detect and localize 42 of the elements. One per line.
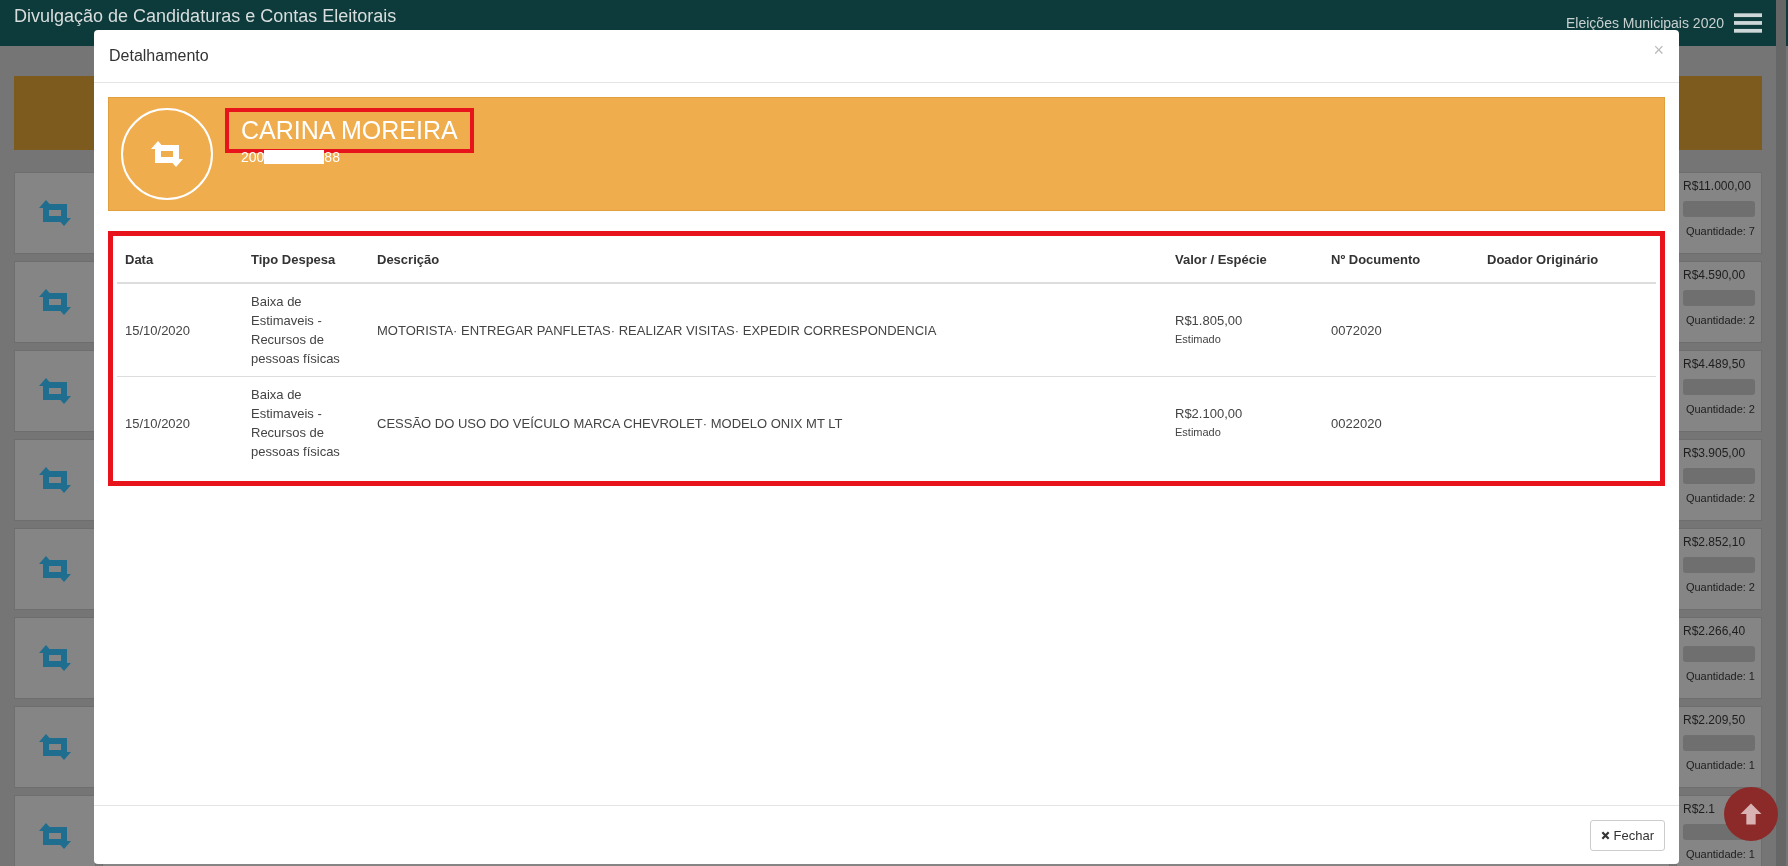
quantity-text: Quantidade: 7: [1685, 225, 1755, 237]
amount-text: R$2.209,50: [1683, 713, 1746, 727]
quantity-text: Quantidade: 1: [1685, 670, 1755, 682]
amount-text: R$2.266,40: [1683, 624, 1746, 638]
column-header: Data: [117, 236, 243, 283]
scroll-top-button[interactable]: [1724, 787, 1778, 841]
amount-text: R$2.1: [1683, 802, 1716, 816]
table-cell: CESSÃO DO USO DO VEÍCULO MARCA CHEVROLET· MODELO ONIX MT LT: [369, 376, 1167, 469]
column-header: Descrição: [369, 236, 1167, 283]
table-cell: Baixa de Estimaveis - Recursos de pessoas físicas: [243, 376, 369, 469]
column-header: Valor / Espécie: [1167, 236, 1323, 283]
table-cell: 15/10/2020: [117, 376, 243, 469]
quantity-text: Quantidade: 2: [1685, 492, 1755, 504]
quantity-text: Quantidade: 1: [1685, 848, 1755, 860]
table-cell: 0022020: [1323, 376, 1479, 469]
quantity-text: Quantidade: 2: [1685, 314, 1755, 326]
table-cell: 0072020: [1323, 283, 1479, 377]
species-text: Estimado: [1175, 332, 1222, 347]
election-label: Eleições Municipais 2020: [1566, 15, 1724, 31]
column-header: Nº Documento: [1323, 236, 1479, 283]
table-cell: 15/10/2020: [117, 283, 243, 377]
value-text: R$2.100,00: [1175, 405, 1244, 423]
amount-text: R$2.852,10: [1683, 535, 1746, 549]
column-header: Doador Originário: [1479, 236, 1656, 283]
amount-text: R$3.905,00: [1683, 446, 1746, 460]
quantity-text: Quantidade: 2: [1685, 581, 1755, 593]
close-icon: [1600, 830, 1610, 840]
column-header: Tipo Despesa: [243, 236, 369, 283]
amount-text: R$4.489,50: [1683, 357, 1746, 371]
table-cell: MOTORISTA· ENTREGAR PANFLETAS· REALIZAR VISITAS· EXPEDIR CORRESPONDENCIA: [369, 283, 1167, 377]
redaction-block: [264, 150, 325, 164]
table-cell: Baixa de Estimaveis - Recursos de pessoas físicas: [243, 283, 369, 377]
menu-button[interactable]: [1734, 12, 1762, 34]
app-title: Divulgação de Candidaturas e Contas Eleitorais: [14, 6, 397, 27]
quantity-text: Quantidade: 1: [1685, 759, 1755, 771]
quantity-text: Quantidade: 2: [1685, 403, 1755, 415]
species-text: Estimado: [1175, 425, 1222, 440]
amount-text: R$4.590,00: [1683, 268, 1746, 282]
modal-title: Detalhamento: [109, 47, 209, 65]
amount-text: R$11.000,00: [1683, 179, 1751, 193]
value-text: R$1.805,00: [1175, 312, 1244, 330]
close-button[interactable]: Fechar: [1589, 819, 1665, 851]
